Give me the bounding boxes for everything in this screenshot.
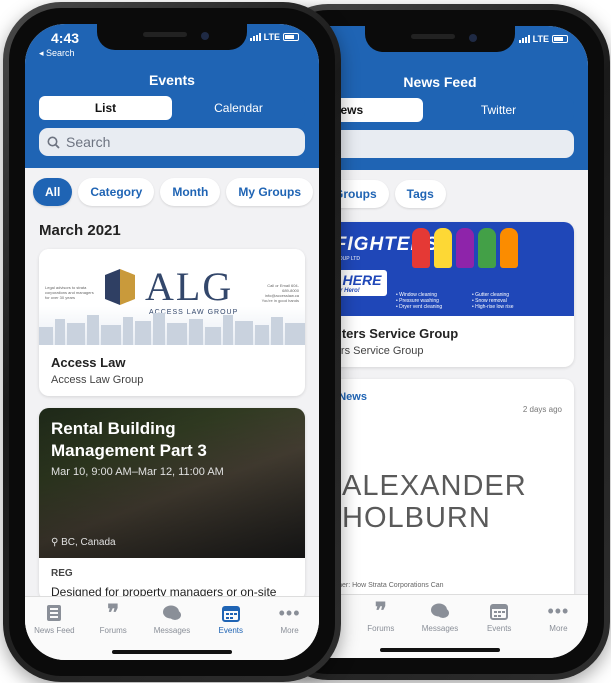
battery-icon (283, 33, 299, 41)
tab-label: Messages (153, 626, 191, 635)
notch (97, 24, 247, 50)
search-icon (47, 136, 60, 149)
event-date: Mar 10, 9:00 AM–Mar 12, 11:00 AM (51, 466, 224, 478)
tab-label: Events (218, 626, 244, 635)
forums-quote-icon: ❞ (374, 598, 387, 623)
event-card-rental-building[interactable]: Rental Building Management Part 3 Mar 10… (39, 408, 305, 601)
tab-label: News Feed (34, 626, 75, 635)
chip-month[interactable]: Month (160, 178, 221, 206)
events-calendar-icon (201, 603, 260, 623)
forums-quote-icon: ❞ (107, 600, 120, 625)
alg-letters: ALG (145, 264, 234, 309)
logo-text: ALEXANDER HOLBURN (342, 470, 527, 534)
tab-label: Messages (421, 624, 459, 633)
carrier-label: LTE (532, 34, 549, 44)
home-indicator[interactable] (112, 650, 232, 654)
chip-all[interactable]: All (33, 178, 73, 206)
ad-bullets-left: • Window cleaning • Pressure washing • D… (396, 292, 443, 310)
city-skyline-graphic (39, 313, 305, 345)
hero-figure-icon (434, 228, 452, 268)
phone-bezel: 4:43 ◂ Search LTE Events List Calendar S… (9, 8, 335, 676)
status-signal: LTE (518, 34, 568, 44)
events-calendar-icon (470, 601, 529, 621)
tab-bar: News Feed ❞ Forums Messages Events ••• M… (25, 596, 319, 660)
event-card-access-law[interactable]: Legal advisors to strata corporations an… (39, 249, 305, 396)
chip-my-groups[interactable]: My Groups (226, 178, 314, 206)
logo-line2: HOLBURN (342, 502, 491, 534)
status-time: 4:43 (51, 30, 80, 46)
logo-line1: ALEXANDER (342, 470, 527, 502)
notch (365, 26, 515, 52)
event-title: Access Law (51, 355, 126, 370)
tab-label: Events (486, 624, 512, 633)
ad-bullets-right: • Gutter cleaning • Snow removal • High-… (472, 292, 514, 310)
search-input[interactable]: Search (39, 128, 305, 156)
tab-label: Forums (99, 626, 127, 635)
home-indicator[interactable] (380, 648, 500, 652)
search-placeholder: Search (66, 134, 111, 150)
alg-emblem-icon (105, 269, 135, 305)
battery-icon (552, 35, 568, 43)
messages-bubble-icon (143, 603, 202, 623)
section-header-month: March 2021 (39, 222, 121, 239)
event-photo: Rental Building Management Part 3 Mar 10… (39, 408, 305, 558)
carrier-label: LTE (263, 32, 280, 42)
alg-logo: ALG (103, 267, 233, 307)
status-signal: LTE (249, 32, 299, 42)
tab-news-feed[interactable]: News Feed (25, 603, 84, 660)
more-dots-icon: ••• (278, 602, 301, 623)
messages-bubble-icon (410, 601, 469, 621)
event-location: ⚲ BC, Canada (51, 537, 116, 548)
location-pin-icon: ⚲ (51, 537, 59, 548)
tab-more[interactable]: ••• More (529, 601, 588, 658)
more-dots-icon: ••• (547, 600, 570, 621)
events-screen: 4:43 ◂ Search LTE Events List Calendar S… (25, 24, 319, 660)
hero-figure-icon (500, 228, 518, 268)
chip-tags[interactable]: Tags (394, 180, 446, 208)
hero-figure-icon (412, 228, 430, 268)
tab-calendar[interactable]: Calendar (172, 96, 305, 120)
tab-label: More (549, 624, 568, 633)
event-title: Rental Building Management Part 3 (51, 419, 207, 460)
phone-events: 4:43 ◂ Search LTE Events List Calendar S… (3, 2, 341, 682)
tab-label: More (280, 626, 299, 635)
camera (201, 32, 209, 40)
filter-chips: All Category Month My Groups (25, 168, 319, 214)
back-to-search-link[interactable]: ◂ Search (39, 48, 75, 59)
tab-more[interactable]: ••• More (260, 603, 319, 660)
search-bar: Search (25, 120, 319, 168)
news-feed-icon (25, 603, 84, 623)
signal-bars-icon (518, 35, 530, 43)
alg-banner: Legal advisors to strata corporations an… (39, 249, 305, 345)
tab-twitter[interactable]: Twitter (423, 98, 574, 122)
tab-list[interactable]: List (39, 96, 172, 120)
event-tag: REG (51, 568, 73, 579)
page-title: Events (149, 72, 195, 88)
signal-bars-icon (249, 33, 261, 41)
camera (469, 34, 477, 42)
tab-label: Forums (367, 624, 395, 633)
event-subtitle: Access Law Group (51, 374, 144, 386)
hero-figure-icon (456, 228, 474, 268)
chip-category[interactable]: Category (78, 178, 155, 206)
alg-tagline: Legal advisors to strata corporations an… (45, 285, 94, 300)
segmented-control: List Calendar (39, 96, 305, 120)
hero-figure-icon (478, 228, 496, 268)
alg-contact: Call or Email 604-689-8000 info@accessla… (261, 283, 299, 303)
event-location-text: BC, Canada (61, 537, 116, 548)
